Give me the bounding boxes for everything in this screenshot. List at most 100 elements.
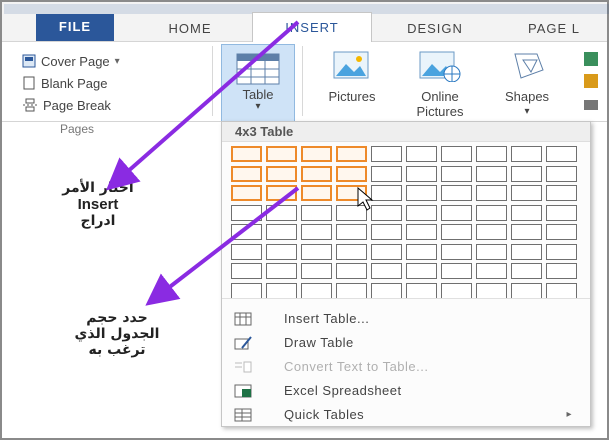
insert-table-menu-item[interactable]: Insert Table... [222, 308, 590, 330]
pictures-button[interactable]: Pictures [312, 50, 392, 104]
grid-cell[interactable] [546, 224, 577, 240]
grid-cell[interactable] [546, 263, 577, 279]
grid-cell[interactable] [546, 146, 577, 162]
grid-cell[interactable] [546, 204, 577, 221]
grid-cell[interactable] [441, 243, 472, 260]
grid-cell[interactable] [476, 243, 507, 260]
grid-cell[interactable] [231, 282, 262, 299]
grid-cell[interactable] [371, 146, 402, 162]
grid-cell[interactable] [546, 243, 577, 260]
grid-cell-selected[interactable] [266, 185, 297, 201]
grid-cell[interactable] [441, 224, 472, 240]
grid-cell[interactable] [441, 165, 472, 182]
grid-cell-selected[interactable] [336, 146, 367, 162]
table-button[interactable]: Table ▾ [221, 44, 295, 122]
grid-cell[interactable] [511, 282, 542, 299]
grid-cell[interactable] [371, 224, 402, 240]
grid-cell[interactable] [406, 146, 437, 162]
grid-cell[interactable] [441, 282, 472, 299]
grid-cell[interactable] [511, 224, 542, 240]
grid-cell[interactable] [441, 146, 472, 162]
grid-cell-selected[interactable] [231, 185, 262, 201]
grid-cell[interactable] [406, 185, 437, 201]
cover-page-button[interactable]: Cover Page ▾ [22, 52, 120, 70]
grid-cell[interactable] [476, 282, 507, 299]
grid-cell[interactable] [301, 224, 332, 240]
grid-cell[interactable] [511, 165, 542, 182]
grid-cell[interactable] [336, 282, 367, 299]
grid-cell[interactable] [511, 185, 542, 201]
grid-cell[interactable] [336, 224, 367, 240]
grid-cell[interactable] [266, 204, 297, 221]
grid-cell[interactable] [301, 204, 332, 221]
grid-cell-selected[interactable] [231, 146, 262, 162]
grid-cell[interactable] [511, 263, 542, 279]
grid-cell-selected[interactable] [266, 146, 297, 162]
grid-cell[interactable] [476, 263, 507, 279]
grid-cell[interactable] [406, 165, 437, 182]
chart-icon[interactable] [584, 74, 598, 88]
online-pictures-button[interactable]: Online Pictures [398, 50, 482, 119]
grid-cell[interactable] [406, 282, 437, 299]
grid-cell[interactable] [371, 263, 402, 279]
grid-cell[interactable] [266, 282, 297, 299]
grid-cell[interactable] [371, 243, 402, 260]
tab-file[interactable]: FILE [36, 14, 114, 41]
grid-cell[interactable] [476, 204, 507, 221]
grid-cell[interactable] [336, 263, 367, 279]
grid-cell-selected[interactable] [336, 185, 367, 201]
grid-cell[interactable] [301, 263, 332, 279]
grid-cell-selected[interactable] [231, 165, 262, 182]
grid-cell[interactable] [511, 243, 542, 260]
tab-design[interactable]: DESIGN [392, 16, 478, 41]
page-break-button[interactable]: Page Break [22, 96, 111, 114]
grid-cell-selected[interactable] [336, 165, 367, 182]
excel-spreadsheet-menu-item[interactable]: Excel Spreadsheet [222, 380, 590, 402]
draw-table-menu-item[interactable]: Draw Table [222, 332, 590, 354]
quick-tables-menu-item[interactable]: Quick Tables ▸ [222, 404, 590, 426]
grid-cell[interactable] [546, 282, 577, 299]
tab-home[interactable]: HOME [150, 16, 230, 41]
grid-cell[interactable] [476, 165, 507, 182]
grid-cell[interactable] [231, 204, 262, 221]
grid-cell[interactable] [546, 185, 577, 201]
blank-page-button[interactable]: Blank Page [22, 74, 108, 92]
grid-cell[interactable] [231, 243, 262, 260]
screenshot-icon[interactable] [584, 100, 598, 110]
grid-cell[interactable] [406, 204, 437, 221]
smartart-icon[interactable] [584, 52, 598, 66]
grid-cell-selected[interactable] [301, 185, 332, 201]
grid-cell[interactable] [441, 263, 472, 279]
grid-cell[interactable] [266, 263, 297, 279]
grid-cell[interactable] [371, 185, 402, 201]
grid-cell-selected[interactable] [266, 165, 297, 182]
grid-cell[interactable] [406, 263, 437, 279]
tab-page-layout[interactable]: PAGE L [500, 16, 604, 41]
shapes-button[interactable]: Shapes ▾ [492, 50, 562, 119]
tab-insert[interactable]: INSERT [252, 12, 372, 42]
grid-cell[interactable] [266, 243, 297, 260]
grid-cell[interactable] [511, 204, 542, 221]
grid-cell[interactable] [231, 263, 262, 279]
grid-cell[interactable] [511, 146, 542, 162]
grid-cell[interactable] [476, 224, 507, 240]
grid-cell[interactable] [476, 185, 507, 201]
grid-cell[interactable] [371, 282, 402, 299]
grid-cell[interactable] [336, 204, 367, 221]
grid-cell[interactable] [406, 224, 437, 240]
grid-cell-selected[interactable] [301, 146, 332, 162]
grid-cell[interactable] [266, 224, 297, 240]
grid-cell[interactable] [441, 204, 472, 221]
grid-cell[interactable] [371, 165, 402, 182]
grid-cell[interactable] [476, 146, 507, 162]
grid-cell[interactable] [301, 243, 332, 260]
grid-cell[interactable] [546, 165, 577, 182]
grid-cell[interactable] [371, 204, 402, 221]
grid-cell[interactable] [336, 243, 367, 260]
grid-cell[interactable] [441, 185, 472, 201]
grid-cell[interactable] [231, 224, 262, 240]
grid-cell-selected[interactable] [301, 165, 332, 182]
convert-text-to-table-menu-item[interactable]: Convert Text to Table... [222, 356, 590, 378]
grid-cell[interactable] [406, 243, 437, 260]
grid-cell[interactable] [301, 282, 332, 299]
